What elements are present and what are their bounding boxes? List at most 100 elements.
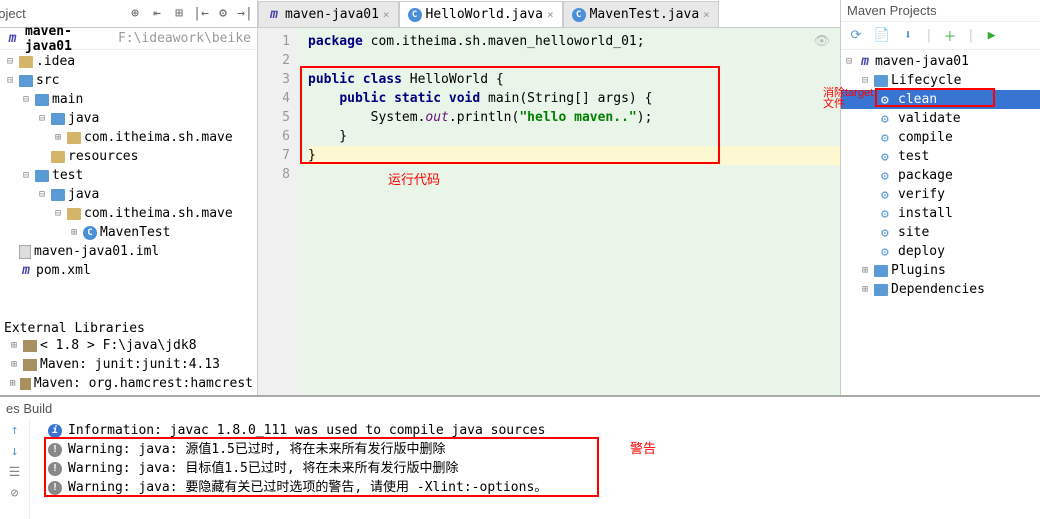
target-icon[interactable]: ⊕: [127, 6, 143, 22]
editor-tab[interactable]: CHelloWorld.java×: [399, 1, 563, 27]
lifecycle-validate[interactable]: ⚙validate: [841, 109, 1040, 128]
up-arrow-icon[interactable]: ↑: [11, 423, 19, 438]
gear-icon: ⚙: [881, 226, 895, 240]
expander-icon[interactable]: ⊟: [36, 113, 48, 124]
down-arrow-icon[interactable]: ↓: [11, 444, 19, 459]
library-item[interactable]: ⊞Maven: org.hamcrest:hamcrest: [4, 374, 253, 393]
editor-area: mmaven-java01×CHelloWorld.java×CMavenTes…: [258, 0, 840, 395]
lifecycle-site[interactable]: ⚙site: [841, 223, 1040, 242]
build-messages[interactable]: i Information: javac 1.8.0_111 was used …: [30, 419, 1040, 519]
tree-item[interactable]: ⊟java: [0, 185, 257, 204]
download-icon[interactable]: ⬇: [899, 27, 917, 45]
folder-icon: [67, 208, 81, 220]
lifecycle-test[interactable]: ⚙test: [841, 147, 1040, 166]
expander-icon[interactable]: ⊟: [20, 94, 32, 105]
lifecycle-deploy[interactable]: ⚙deploy: [841, 242, 1040, 261]
tree-item[interactable]: ⊞com.itheima.sh.mave: [0, 128, 257, 147]
maven-project-node[interactable]: ⊟mmaven-java01: [841, 52, 1040, 71]
gear-icon: ⚙: [881, 245, 895, 259]
line-gutter: 12345678: [258, 28, 298, 395]
maven-icon: m: [6, 32, 19, 46]
lifecycle-compile[interactable]: ⚙compile: [841, 128, 1040, 147]
expand-icon[interactable]: ⊞: [171, 6, 187, 22]
expander-icon[interactable]: ⊞: [52, 132, 64, 143]
hide-icon[interactable]: →|: [237, 6, 253, 22]
expander-icon[interactable]: ⊞: [68, 227, 80, 238]
lifecycle-package[interactable]: ⚙package: [841, 166, 1040, 185]
gear-icon: ⚙: [881, 131, 895, 145]
warning-row[interactable]: !Warning: java: 要隐藏有关已过时选项的警告, 请使用 -Xlin…: [48, 478, 1040, 497]
maven-panel: Maven Projects ⟳ 📄 ⬇ | ＋ | ▶ ⊟mmaven-jav…: [840, 0, 1040, 395]
warning-icon: !: [48, 481, 62, 495]
tree-item[interactable]: maven-java01.iml: [0, 242, 257, 261]
editor-tab[interactable]: CMavenTest.java×: [563, 1, 719, 27]
project-panel: oject ⊕ ⇤ ⊞ |← ⚙ →| m maven-java01 F:\id…: [0, 0, 258, 395]
maven-panel-title: Maven Projects: [841, 0, 1040, 22]
gear-icon[interactable]: ⚙: [215, 6, 231, 22]
editor-tab[interactable]: mmaven-java01×: [258, 1, 399, 27]
collapse-icon[interactable]: ⇤: [149, 6, 165, 22]
expander-icon[interactable]: ⊟: [20, 170, 32, 181]
run-code-annotation: 运行代码: [388, 170, 440, 189]
project-tree[interactable]: ⊟.idea⊟src⊟main⊟java⊞com.itheima.sh.mave…: [0, 50, 257, 319]
breadcrumb-path: F:\ideawork\beike: [118, 31, 251, 46]
library-item[interactable]: ⊞< 1.8 > F:\java\jdk8: [4, 336, 253, 355]
refresh-icon[interactable]: ⟳: [847, 27, 865, 45]
tree-item[interactable]: ⊟main: [0, 90, 257, 109]
java-file-icon: C: [572, 8, 586, 22]
maven-tree[interactable]: ⊟mmaven-java01 ⊟Lifecycle ⚙clean⚙validat…: [841, 50, 1040, 395]
split-icon[interactable]: |←: [193, 6, 209, 22]
warning-row[interactable]: !Warning: java: 源值1.5已过时, 将在未来所有发行版中删除: [48, 440, 1040, 459]
gear-icon: ⚙: [881, 188, 895, 202]
folder-icon: [67, 132, 81, 144]
clean-annotation: 消除target文件: [823, 88, 878, 110]
generate-icon[interactable]: 📄: [873, 27, 891, 45]
tree-item[interactable]: ⊟test: [0, 166, 257, 185]
lifecycle-verify[interactable]: ⚙verify: [841, 185, 1040, 204]
info-icon: i: [48, 424, 62, 438]
tree-item[interactable]: ⊞CMavenTest: [0, 223, 257, 242]
tree-item[interactable]: ⊟src: [0, 71, 257, 90]
close-icon[interactable]: ×: [703, 8, 710, 21]
lifecycle-install[interactable]: ⚙install: [841, 204, 1040, 223]
folder-icon: [35, 170, 49, 182]
tree-item[interactable]: ⊟com.itheima.sh.mave: [0, 204, 257, 223]
tree-item[interactable]: mpom.xml: [0, 261, 257, 280]
expander-icon[interactable]: ⊟: [36, 189, 48, 200]
filter-icon[interactable]: ☰: [9, 465, 21, 480]
build-gutter: ↑ ↓ ☰ ⊘: [0, 419, 30, 519]
close-icon[interactable]: ×: [547, 8, 554, 21]
info-row[interactable]: i Information: javac 1.8.0_111 was used …: [48, 421, 1040, 440]
breadcrumb-project: maven-java01: [25, 24, 112, 54]
file-icon: [19, 245, 31, 259]
folder-icon: [35, 94, 49, 106]
library-item[interactable]: ⊞Maven: junit:junit:4.13: [4, 355, 253, 374]
tree-item[interactable]: ⊟java: [0, 109, 257, 128]
tree-item[interactable]: resources: [0, 147, 257, 166]
folder-icon: [51, 151, 65, 163]
warning-icon: !: [48, 462, 62, 476]
dependencies-node[interactable]: ⊞Dependencies: [841, 280, 1040, 299]
library-icon: [20, 378, 31, 390]
expander-icon[interactable]: ⊟: [52, 208, 64, 219]
expander-icon[interactable]: ⊟: [4, 56, 16, 67]
maven-toolbar: ⟳ 📄 ⬇ | ＋ | ▶: [841, 22, 1040, 50]
run-icon[interactable]: ▶: [983, 27, 1001, 45]
inspection-eye-icon[interactable]: 👁: [813, 34, 830, 49]
close-icon[interactable]: ×: [383, 8, 390, 21]
add-icon[interactable]: ＋: [941, 27, 959, 45]
warning-annotation: 警告: [630, 439, 656, 458]
stop-icon[interactable]: ⊘: [11, 486, 19, 501]
plugins-node[interactable]: ⊞Plugins: [841, 261, 1040, 280]
gear-icon: ⚙: [881, 207, 895, 221]
code-body[interactable]: package com.itheima.sh.maven_helloworld_…: [298, 28, 840, 395]
tree-item[interactable]: ⊟.idea: [0, 52, 257, 71]
warning-row[interactable]: !Warning: java: 目标值1.5已过时, 将在未来所有发行版中删除: [48, 459, 1040, 478]
breadcrumb: m maven-java01 F:\ideawork\beike: [0, 28, 257, 50]
java-file-icon: C: [408, 8, 422, 22]
code-editor[interactable]: 12345678 package com.itheima.sh.maven_he…: [258, 28, 840, 395]
external-libraries-title[interactable]: External Libraries: [4, 321, 253, 336]
folder-icon: [51, 113, 65, 125]
folder-icon: [19, 75, 33, 87]
expander-icon[interactable]: ⊟: [4, 75, 16, 86]
